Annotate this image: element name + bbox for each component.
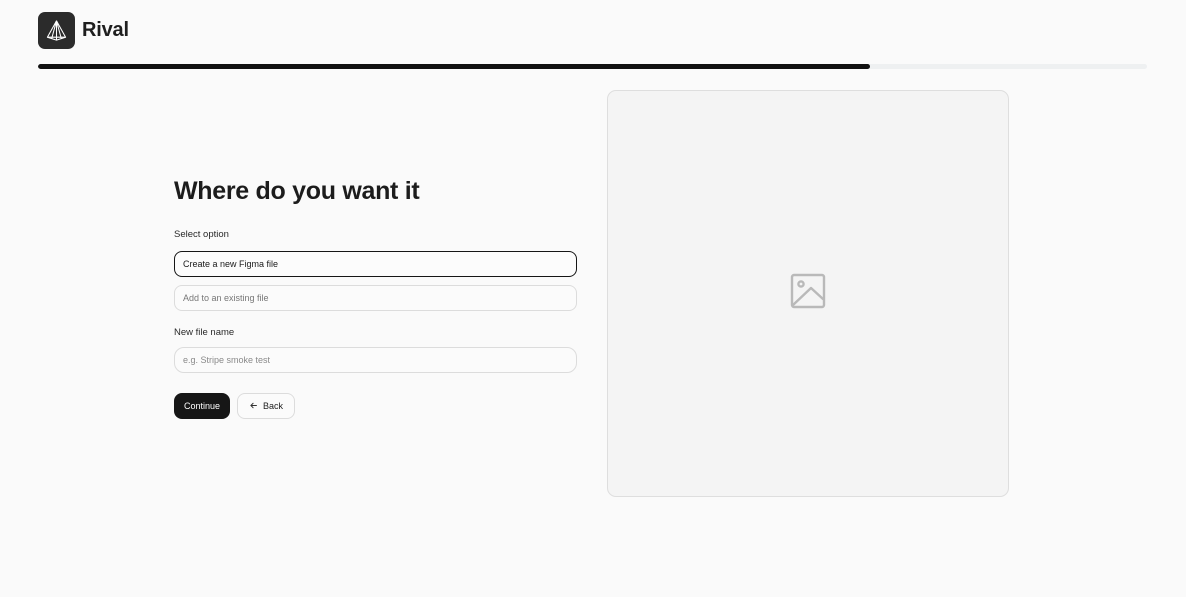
destination-form: Where do you want it Select option Creat… xyxy=(174,176,577,419)
continue-label: Continue xyxy=(184,401,221,411)
continue-button[interactable]: Continue xyxy=(174,393,231,419)
pyramid-logo-icon xyxy=(38,12,75,49)
file-name-label: New file name xyxy=(174,327,235,338)
app-header: Rival xyxy=(38,12,129,49)
option-add-existing-file[interactable]: Add to an existing file xyxy=(174,285,577,311)
option-label: Add to an existing file xyxy=(183,293,269,303)
back-label: Back xyxy=(263,401,284,411)
progress-bar-fill xyxy=(38,64,870,69)
progress-bar xyxy=(38,64,1147,69)
back-button[interactable]: Back xyxy=(237,393,296,419)
form-actions: Continue Back xyxy=(174,393,577,419)
option-label: Create a new Figma file xyxy=(183,259,279,269)
select-option-label: Select option xyxy=(174,229,229,240)
brand-name: Rival xyxy=(82,19,129,41)
preview-panel xyxy=(607,90,1009,497)
option-create-new-file[interactable]: Create a new Figma file xyxy=(174,251,577,277)
arrow-left-icon xyxy=(249,401,258,412)
file-name-input[interactable] xyxy=(174,347,577,373)
image-placeholder-icon xyxy=(789,272,827,315)
page-title: Where do you want it xyxy=(174,177,420,205)
